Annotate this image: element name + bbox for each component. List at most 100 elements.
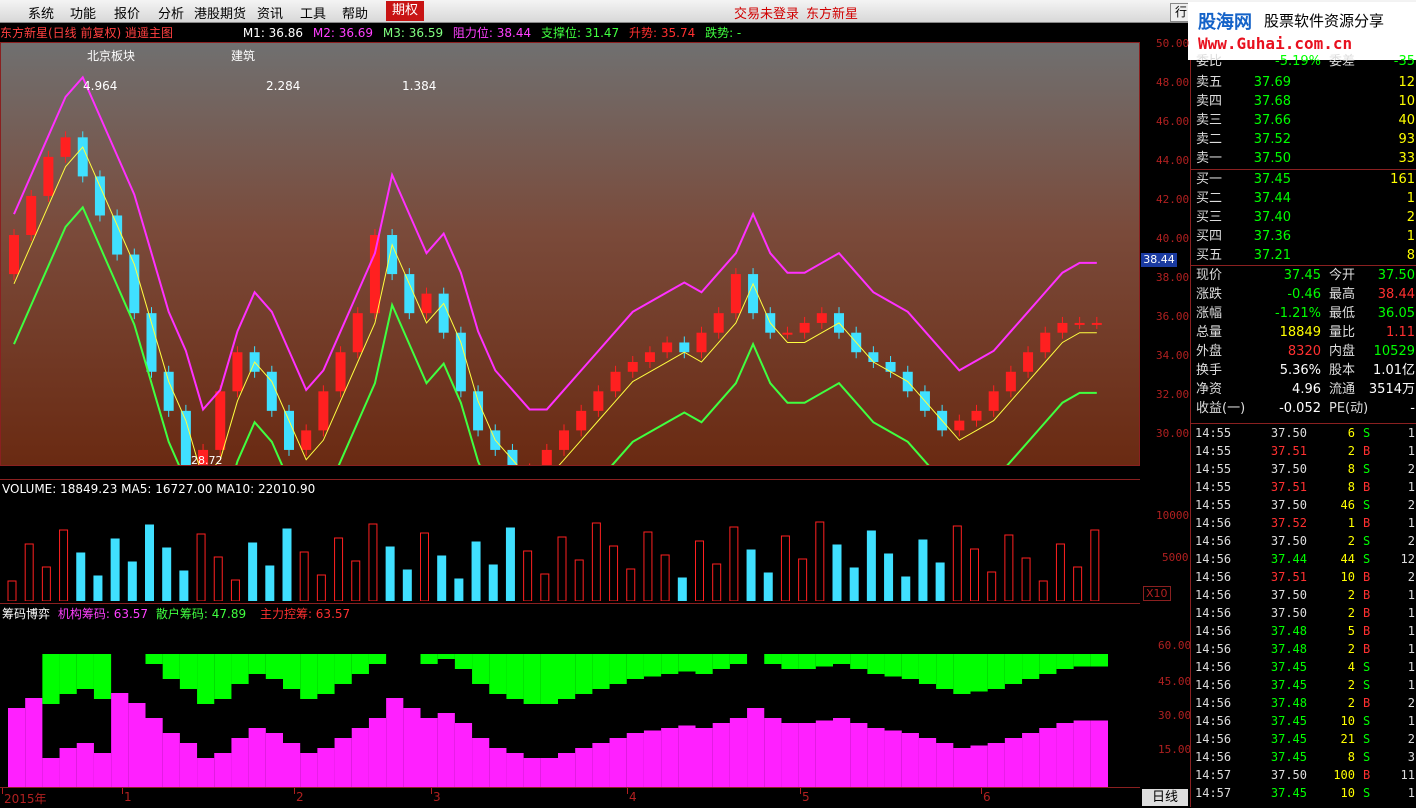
menu-quote[interactable]: 报价 bbox=[114, 3, 140, 22]
login-status[interactable]: 交易未登录 bbox=[734, 3, 799, 22]
menu-analysis[interactable]: 分析 bbox=[158, 3, 184, 22]
candle-body bbox=[507, 449, 518, 465]
inst-chip-bar bbox=[815, 654, 833, 667]
tick-row[interactable]: 14:55 37.50 8 S 2 bbox=[1191, 460, 1416, 478]
tick-row[interactable]: 14:55 37.51 8 B 1 bbox=[1191, 478, 1416, 496]
tick-row[interactable]: 14:56 37.48 2 B 1 bbox=[1191, 640, 1416, 658]
inst-chip-bar bbox=[918, 654, 937, 684]
candle-body bbox=[644, 352, 655, 363]
tick-volume: 46 bbox=[1340, 498, 1355, 512]
candle-body bbox=[696, 332, 707, 353]
tick-count: 2 bbox=[1407, 570, 1415, 584]
tick-row[interactable]: 14:55 37.50 6 S 1 bbox=[1191, 424, 1416, 442]
x-tick bbox=[294, 788, 295, 794]
inst-chip-bar bbox=[420, 654, 438, 664]
tick-row[interactable]: 14:56 37.48 2 B 2 bbox=[1191, 694, 1416, 712]
y-tick: 32.00 bbox=[1156, 388, 1190, 401]
period-selector[interactable]: 日线 bbox=[1142, 789, 1188, 806]
tick-row[interactable]: 14:56 37.51 10 B 2 bbox=[1191, 568, 1416, 586]
tick-row[interactable]: 14:57 37.50 100 B 11 bbox=[1191, 766, 1416, 784]
volume-bar bbox=[334, 537, 344, 601]
tick-row[interactable]: 14:55 37.51 2 B 1 bbox=[1191, 442, 1416, 460]
menu-options[interactable]: 期权 bbox=[386, 1, 425, 21]
volume-bar bbox=[162, 547, 172, 601]
inst-chip-bar bbox=[850, 654, 868, 669]
tick-row[interactable]: 14:56 37.45 2 S 1 bbox=[1191, 676, 1416, 694]
volume-bar bbox=[574, 559, 584, 601]
candle-body bbox=[163, 371, 174, 411]
tick-volume: 2 bbox=[1347, 696, 1355, 710]
retail-chip-bar bbox=[626, 733, 644, 788]
tick-row[interactable]: 14:56 37.45 4 S 1 bbox=[1191, 658, 1416, 676]
tick-row[interactable]: 14:57 37.45 10 S 1 bbox=[1191, 784, 1416, 802]
stat-value-2: 37.50 bbox=[1377, 268, 1415, 283]
volume-bar bbox=[832, 544, 842, 601]
order-book-row[interactable]: 买一 37.45 161 bbox=[1191, 170, 1416, 189]
order-book-row[interactable]: 卖一 37.50 33 bbox=[1191, 149, 1416, 168]
inst-chip-bar bbox=[437, 654, 455, 659]
tick-row[interactable]: 14:56 37.45 10 S 1 bbox=[1191, 712, 1416, 730]
retail-chip-bar bbox=[575, 748, 593, 788]
quote-panel: 委比 -5.19% 委差 -35 卖五 37.69 12 卖四 37.68 10 卖三 37.66 40… bbox=[1190, 54, 1416, 807]
tick-time: 14:56 bbox=[1195, 714, 1232, 728]
tick-price: 37.50 bbox=[1270, 426, 1307, 440]
retail-chip-bar bbox=[695, 728, 713, 788]
stat-label: 涨幅 bbox=[1196, 306, 1223, 321]
inst-chip-bar bbox=[609, 654, 627, 684]
menu-news[interactable]: 资讯 bbox=[257, 3, 283, 22]
candle-body bbox=[576, 410, 587, 431]
menu-hk-futures[interactable]: 港股期货 bbox=[194, 3, 246, 22]
volume-bar bbox=[248, 542, 258, 601]
menu-tools[interactable]: 工具 bbox=[300, 3, 326, 22]
volume-panel[interactable]: VOLUME: 18849.23 MA5: 16727.00 MA10: 220… bbox=[0, 479, 1140, 601]
retail-chip-bar bbox=[558, 753, 576, 788]
tick-row[interactable]: 14:56 37.45 8 S 3 bbox=[1191, 748, 1416, 766]
tick-row[interactable]: 14:56 37.52 1 B 1 bbox=[1191, 514, 1416, 532]
tick-time: 14:56 bbox=[1195, 534, 1232, 548]
order-book-row[interactable]: 买三 37.40 2 bbox=[1191, 208, 1416, 227]
volume-unit[interactable]: X10 bbox=[1143, 586, 1171, 601]
overlay-value-2: 2.284 bbox=[266, 79, 301, 93]
menu-function[interactable]: 功能 bbox=[70, 3, 96, 22]
tick-count: 1 bbox=[1407, 678, 1415, 692]
retail-chip-bar bbox=[128, 703, 146, 788]
stat-row: 换手 5.36% 股本 1.01亿 bbox=[1191, 361, 1416, 380]
order-book-row[interactable]: 买二 37.44 1 bbox=[1191, 189, 1416, 208]
retail-chip-bar bbox=[867, 728, 885, 788]
tick-row[interactable]: 14:56 37.50 2 S 2 bbox=[1191, 532, 1416, 550]
order-book-row[interactable]: 卖二 37.52 93 bbox=[1191, 130, 1416, 149]
tick-count: 2 bbox=[1407, 498, 1415, 512]
inst-chip-bar bbox=[781, 654, 799, 669]
level-volume: 2 bbox=[1406, 210, 1415, 225]
level-volume: 33 bbox=[1398, 151, 1415, 166]
order-book-row[interactable]: 买四 37.36 1 bbox=[1191, 227, 1416, 246]
order-book-row[interactable]: 卖三 37.66 40 bbox=[1191, 111, 1416, 130]
order-book-row[interactable]: 卖四 37.68 10 bbox=[1191, 92, 1416, 111]
chip-game-panel[interactable]: 筹码博弈 机构筹码: 63.57 散户筹码: 47.89 主力控筹: 63.57 bbox=[0, 603, 1140, 788]
tick-price: 37.50 bbox=[1270, 498, 1307, 512]
order-book-row[interactable]: 买五 37.21 8 bbox=[1191, 246, 1416, 265]
candle-body bbox=[318, 391, 329, 431]
tick-time: 14:56 bbox=[1195, 588, 1232, 602]
tick-row[interactable]: 14:56 37.50 2 B 1 bbox=[1191, 586, 1416, 604]
volume-bar bbox=[660, 554, 670, 601]
candle-body bbox=[593, 391, 604, 411]
main-kline-chart[interactable]: 北京板块 建筑 4.964 2.284 1.384 28.72 bbox=[0, 42, 1140, 467]
tick-volume: 100 bbox=[1333, 768, 1355, 782]
stat-value-2: 10529 bbox=[1373, 344, 1415, 359]
menu-system[interactable]: 系统 bbox=[28, 3, 54, 22]
chip-tick: 45.00 bbox=[1158, 675, 1192, 688]
retail-chip-bar bbox=[403, 708, 421, 788]
order-book-row[interactable]: 卖五 37.69 12 bbox=[1191, 73, 1416, 92]
tick-row[interactable]: 14:56 37.50 2 B 1 bbox=[1191, 604, 1416, 622]
tick-row[interactable]: 14:56 37.45 21 S 2 bbox=[1191, 730, 1416, 748]
tick-row[interactable]: 14:55 37.50 46 S 2 bbox=[1191, 496, 1416, 514]
overlay-value-1: 4.964 bbox=[83, 79, 118, 93]
level-label: 卖一 bbox=[1196, 151, 1223, 166]
tick-row[interactable]: 14:56 37.44 44 S 12 bbox=[1191, 550, 1416, 568]
diff-label-2: 委差 bbox=[1329, 54, 1356, 69]
volume-bar bbox=[626, 568, 636, 601]
menu-help[interactable]: 帮助 bbox=[342, 3, 368, 22]
candle-body bbox=[43, 156, 54, 196]
tick-row[interactable]: 14:56 37.48 5 B 1 bbox=[1191, 622, 1416, 640]
